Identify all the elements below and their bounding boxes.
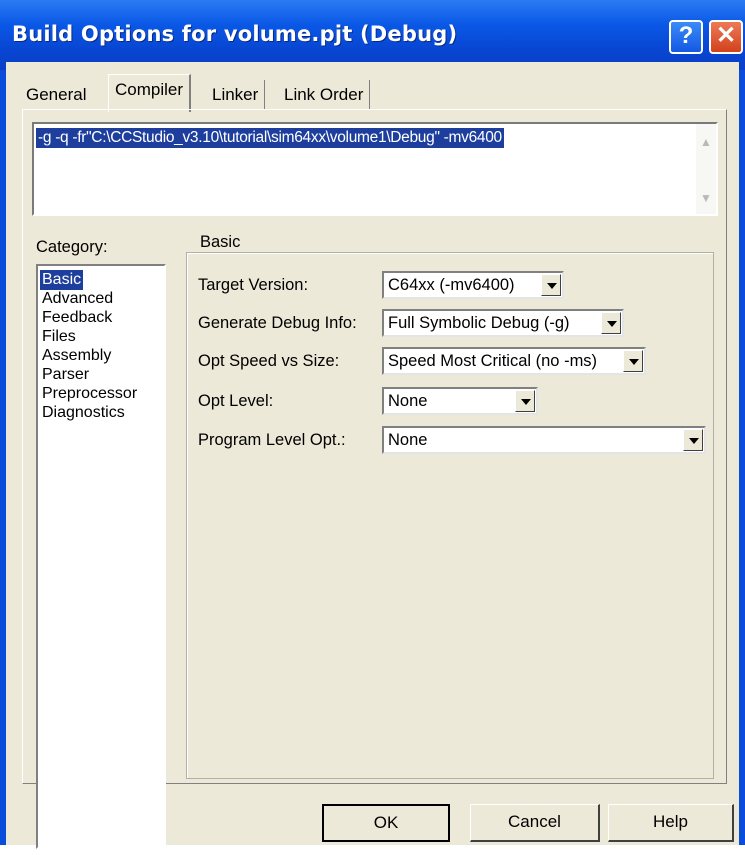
command-line-text: -g -q -fr"C:\CCStudio_v3.10\tutorial\sim… (36, 128, 504, 148)
question-icon: ? (678, 22, 694, 49)
target-version-label: Target Version: (198, 276, 309, 294)
debug-info-value: Full Symbolic Debug (-g) (388, 314, 570, 332)
close-icon: ✕ (715, 22, 737, 49)
opt-level-label: Opt Level: (198, 392, 274, 410)
debug-info-select[interactable]: Full Symbolic Debug (-g) (382, 309, 624, 337)
tab-linker[interactable]: Linker (206, 80, 266, 110)
window-title: Build Options for volume.pjt (Debug) (12, 22, 458, 46)
category-item-assembly[interactable]: Assembly (40, 346, 113, 366)
ok-button[interactable]: OK (322, 804, 450, 842)
opt-speed-label: Opt Speed vs Size: (198, 352, 340, 370)
category-item-parser[interactable]: Parser (40, 365, 91, 385)
command-line-textbox[interactable]: -g -q -fr"C:\CCStudio_v3.10\tutorial\sim… (32, 122, 718, 216)
tab-link-order[interactable]: Link Order (278, 80, 371, 110)
basic-group-label: Basic (196, 233, 245, 252)
command-line-scrollbar[interactable]: ▲ ▼ (696, 124, 716, 214)
chevron-down-icon[interactable] (683, 429, 703, 451)
title-bar[interactable]: Build Options for volume.pjt (Debug) ? ✕ (0, 0, 745, 70)
cancel-button[interactable]: Cancel (470, 804, 600, 842)
category-label: Category: (36, 238, 108, 256)
debug-info-label: Generate Debug Info: (198, 314, 357, 332)
chevron-down-icon[interactable] (623, 350, 643, 372)
opt-speed-value: Speed Most Critical (no -ms) (388, 352, 598, 370)
tab-compiler[interactable]: Compiler (108, 74, 192, 112)
category-listbox[interactable]: Basic Advanced Feedback Files Assembly P… (36, 264, 166, 849)
dialog-client-area: General Compiler Linker Link Order -g -q… (6, 62, 739, 849)
program-level-opt-select[interactable]: None (382, 426, 706, 454)
scroll-down-icon[interactable]: ▼ (698, 190, 714, 206)
dialog-window: Build Options for volume.pjt (Debug) ? ✕… (0, 0, 745, 849)
opt-speed-select[interactable]: Speed Most Critical (no -ms) (382, 347, 646, 375)
help-button[interactable]: Help (608, 804, 734, 842)
category-item-files[interactable]: Files (40, 327, 78, 347)
chevron-down-icon[interactable] (601, 312, 621, 334)
target-version-value: C64xx (-mv6400) (388, 276, 515, 294)
category-item-basic[interactable]: Basic (40, 270, 84, 290)
tab-general[interactable]: General (20, 80, 92, 110)
category-item-preprocessor[interactable]: Preprocessor (40, 384, 139, 404)
close-button[interactable]: ✕ (709, 20, 743, 54)
program-level-opt-value: None (388, 431, 428, 449)
category-item-diagnostics[interactable]: Diagnostics (40, 403, 127, 423)
opt-level-select[interactable]: None (382, 387, 538, 415)
category-item-feedback[interactable]: Feedback (40, 308, 114, 328)
program-level-opt-label: Program Level Opt.: (198, 431, 346, 449)
category-item-advanced[interactable]: Advanced (40, 289, 115, 309)
opt-level-value: None (388, 392, 428, 410)
scroll-up-icon[interactable]: ▲ (698, 134, 714, 150)
target-version-select[interactable]: C64xx (-mv6400) (382, 271, 564, 299)
chevron-down-icon[interactable] (515, 390, 535, 412)
help-title-button[interactable]: ? (669, 20, 703, 54)
chevron-down-icon[interactable] (541, 274, 561, 296)
